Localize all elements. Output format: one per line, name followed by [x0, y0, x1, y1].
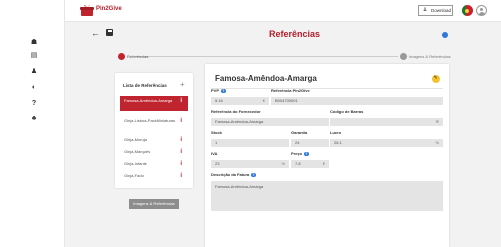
descricao-label: Descrição da Fatura?	[211, 172, 256, 178]
percent-suffix: %	[435, 140, 439, 145]
barcode-label: Código de Barras	[330, 109, 364, 114]
help-icon[interactable]: ?	[304, 151, 309, 157]
grid-icon[interactable]: ▤	[30, 52, 38, 60]
iva-field[interactable]: 23 %	[211, 160, 289, 168]
lucro-label: Lucro	[330, 130, 342, 135]
reference-detail-card: Famosa-Amêndoa-Amarga PVP? 5.16 € Referê…	[205, 64, 449, 247]
info-icon[interactable]: i	[180, 98, 182, 104]
stepper-step-2-label: Imagens & Referências	[409, 53, 451, 59]
images-references-button[interactable]: Imagens & Referências	[129, 199, 179, 209]
stepper-step-1[interactable]	[118, 53, 125, 60]
app-name: Pin2Give	[96, 6, 122, 12]
logo-icon	[80, 4, 94, 16]
pvp-label-text: PVP	[211, 88, 220, 93]
ref-pin2give-value: B004700001	[275, 98, 298, 103]
user-icon[interactable]: ♟	[30, 68, 38, 76]
barcode-scan-icon[interactable]: ✉	[436, 118, 439, 126]
list-item[interactable]: Ginja-Moruja i	[120, 135, 188, 145]
edit-icon[interactable]	[432, 75, 440, 83]
ref-fornecedor-label: Referência do Fornecedor	[211, 109, 261, 114]
ref-fornecedor-value: Famosa-Amêndoa-Amarga	[215, 119, 264, 124]
page-title: Referências	[268, 29, 321, 39]
pvp-value: 5.16	[215, 98, 223, 103]
pvp-field[interactable]: 5.16 €	[211, 97, 269, 105]
preco-label: Preço?	[291, 151, 309, 157]
list-item-label: Famosa-Amêndoa-Amarga	[124, 98, 173, 103]
stepper-line	[135, 56, 398, 57]
info-icon[interactable]: i	[180, 137, 182, 143]
lucro-field[interactable]: 26.1 %	[330, 139, 443, 147]
currency-suffix: €	[262, 98, 265, 103]
list-item-label: Ginja-Moruja	[124, 137, 147, 142]
preco-value: 7.8	[295, 161, 301, 166]
list-item-label: Ginja-Fado	[124, 173, 144, 178]
info-icon[interactable]: i	[180, 149, 182, 155]
descricao-value: Famosa-Amêndoa-Amarga	[215, 184, 264, 189]
info-icon[interactable]: i	[180, 173, 182, 179]
help-icon[interactable]	[442, 32, 448, 38]
list-item-label: Ginja-Infante	[124, 161, 147, 166]
divider	[211, 88, 443, 89]
download-button[interactable]: ⇊ Download	[418, 5, 453, 16]
list-item[interactable]: Ginja-Infante i	[120, 159, 188, 169]
reference-title: Famosa-Amêndoa-Amarga	[215, 74, 317, 83]
percent-suffix: %	[281, 161, 285, 166]
user-account-icon[interactable]	[476, 5, 487, 16]
stock-value: 1	[215, 140, 218, 145]
help-icon[interactable]: ?	[251, 172, 256, 178]
ref-pin2give-label: Referência Pin2Give	[271, 88, 310, 93]
shield-icon[interactable]: ◐	[30, 84, 38, 92]
pvp-label: PVP?	[211, 88, 226, 94]
info-icon[interactable]: i	[180, 118, 182, 124]
home-icon[interactable]: ☗	[30, 39, 38, 47]
help-icon[interactable]: ?	[221, 88, 226, 94]
download-icon: ⇊	[423, 7, 428, 13]
info-icon[interactable]: i	[180, 161, 182, 167]
stepper-step-1-label: Referências	[127, 53, 149, 59]
references-list-card: Lista de Referências + Famosa-Amêndoa-Am…	[115, 73, 193, 188]
team-icon[interactable]: ♣	[30, 115, 38, 123]
list-item[interactable]: Ginja-Marquês i	[120, 147, 188, 157]
garantia-label: Garantia	[291, 130, 308, 135]
list-item[interactable]: Ginja-Lisboa-PackMiniaturas i	[120, 116, 188, 131]
language-flag-icon[interactable]	[462, 5, 473, 16]
garantia-field[interactable]: 24	[291, 139, 329, 147]
descricao-textarea[interactable]: Famosa-Amêndoa-Amarga	[211, 181, 443, 211]
iva-label: IVA	[211, 151, 218, 156]
list-item-label: Ginja-Marquês	[124, 149, 151, 154]
stock-label: Stock	[211, 130, 222, 135]
stepper-step-2[interactable]	[400, 53, 407, 60]
barcode-field[interactable]: ✉	[330, 118, 443, 126]
descricao-label-text: Descrição da Fatura	[211, 172, 250, 177]
stock-field[interactable]: 1	[211, 139, 289, 147]
list-item-label: Ginja-Lisboa-PackMiniaturas	[124, 118, 176, 123]
list-title: Lista de Referências	[123, 83, 167, 88]
list-item[interactable]: Famosa-Amêndoa-Amarga i	[120, 96, 188, 111]
list-item[interactable]: Ginja-Fado i	[120, 171, 188, 181]
preco-field[interactable]: 7.8 €	[291, 160, 329, 168]
ref-pin2give-field[interactable]: B004700001	[271, 97, 443, 105]
iva-value: 23	[215, 161, 220, 166]
garantia-value: 24	[295, 140, 300, 145]
download-label: Download	[431, 8, 452, 13]
ref-fornecedor-field[interactable]: Famosa-Amêndoa-Amarga	[211, 118, 329, 126]
lucro-value: 26.1	[334, 140, 342, 145]
help-icon[interactable]: ?	[30, 100, 38, 108]
add-reference-button[interactable]: +	[180, 80, 185, 89]
currency-suffix: €	[322, 161, 325, 166]
preco-label-text: Preço	[291, 151, 303, 156]
